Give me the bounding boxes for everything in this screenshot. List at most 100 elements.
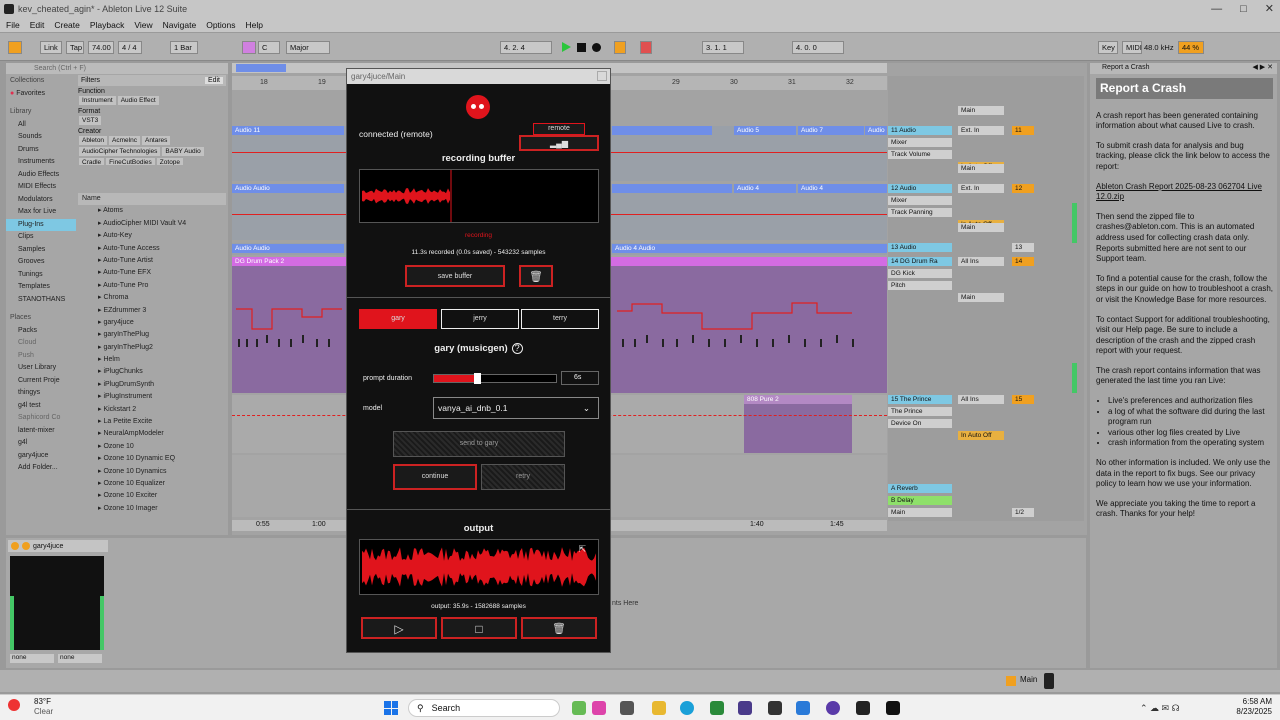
device-fold-icon[interactable] [22, 542, 30, 550]
chain-select-1[interactable]: none [10, 654, 54, 663]
track-number[interactable]: 12 [1012, 184, 1034, 193]
places-item-push[interactable]: Push [6, 350, 76, 363]
tag-creator[interactable]: Acmelnc [109, 136, 140, 145]
clip-audio-4[interactable]: Audio 4 [734, 184, 796, 193]
midi-map-button[interactable]: MIDI [1122, 41, 1142, 54]
tag-instrument[interactable]: Instrument [79, 96, 116, 105]
play-output-icon[interactable]: ▷ [361, 617, 437, 639]
output-main-select[interactable]: Main [958, 164, 1004, 173]
sidebar-item-stanothans[interactable]: STANOTHANS [6, 294, 76, 307]
places-item-latent-mixer[interactable]: latent-mixer [6, 425, 76, 438]
play-icon[interactable] [562, 42, 571, 52]
sidebar-item-all[interactable]: All [6, 119, 76, 132]
tab-jerry[interactable]: jerry [441, 309, 519, 329]
track-name-11[interactable]: 11 Audio [888, 126, 952, 135]
app-icon-app[interactable] [738, 701, 752, 715]
help-icon[interactable]: ? [511, 343, 523, 354]
places-item-thingys[interactable]: thingys [6, 387, 76, 400]
plugin-list-item[interactable]: ▸ EZdrummer 3 [78, 305, 226, 317]
overdub-icon[interactable] [614, 41, 626, 54]
places-item-saphicord-co[interactable]: Saphicord Co [6, 412, 76, 425]
taskbar-search[interactable]: ⚲ Search [408, 699, 560, 717]
signal-strength-button[interactable]: ▂▄▆ [519, 135, 599, 151]
track-number[interactable]: 13 [1012, 243, 1034, 252]
places-item-add-folder-[interactable]: Add Folder... [6, 462, 76, 475]
plugin-list-item[interactable]: ▸ iPlugInstrument [78, 391, 226, 403]
prompt-duration-slider[interactable] [433, 373, 557, 384]
plugin-list-item[interactable]: ▸ garyInThePlug [78, 329, 226, 341]
track-device-select[interactable]: The Prince [888, 407, 952, 416]
maximize-icon[interactable]: □ [1240, 3, 1247, 15]
plugin-list-item[interactable]: ▸ Ozone 10 Exciter [78, 490, 226, 502]
places-item-current-proje[interactable]: Current Proje [6, 375, 76, 388]
track-device-select[interactable]: Mixer [888, 138, 952, 147]
menu-help[interactable]: Help [246, 20, 263, 30]
remote-button[interactable]: remote [533, 123, 585, 135]
sidebar-item-favorites[interactable]: ● Favorites [6, 88, 76, 101]
tag-creator[interactable]: Antares [141, 136, 171, 145]
places-item-g4l[interactable]: g4l [6, 437, 76, 450]
scale-mode-icon[interactable] [242, 41, 256, 54]
track-param-select[interactable]: Track Volume [888, 150, 952, 159]
tag-audio-effect[interactable]: Audio Effect [117, 96, 159, 105]
app-icon-vscode[interactable] [796, 701, 810, 715]
app-icon-ableton[interactable] [886, 701, 900, 715]
edit-button[interactable]: Edit [204, 77, 223, 84]
sidebar-item-samples[interactable]: Samples [6, 244, 76, 257]
send-to-gary-button[interactable]: send to gary [393, 431, 565, 457]
prompt-duration-value[interactable]: 6s [561, 371, 599, 385]
places-item-gary4juce[interactable]: gary4juce [6, 450, 76, 463]
key-select[interactable]: C [258, 41, 280, 54]
plugin-list-item[interactable]: ▸ Auto-Tune Pro [78, 280, 226, 292]
places-item-packs[interactable]: Packs [6, 325, 76, 338]
return-track[interactable]: B Delay [888, 496, 952, 505]
tempo-field[interactable]: 74.00 [88, 41, 114, 54]
app-icon-files[interactable] [572, 701, 586, 715]
sidebar-item-max-for-live[interactable]: Max for Live [6, 206, 76, 219]
sidebar-item-modulators[interactable]: Modulators [6, 194, 76, 207]
menu-playback[interactable]: Playback [90, 20, 125, 30]
plugin-list-item[interactable]: ▸ NeuralAmpModeler [78, 428, 226, 440]
plugin-list-item[interactable]: ▸ iPlugChunks [78, 366, 226, 378]
track-device-select[interactable]: DG Kick [888, 269, 952, 278]
continue-button[interactable]: continue [393, 464, 477, 490]
link-button[interactable]: Link [40, 41, 62, 54]
device-power-icon[interactable] [11, 542, 19, 550]
track-param-select[interactable]: Pitch [888, 281, 952, 290]
tag-creator[interactable]: FineCutBodies [106, 158, 155, 165]
stop-output-icon[interactable]: □ [441, 617, 517, 639]
app-icon-excel[interactable] [710, 701, 724, 715]
tab-gary[interactable]: gary [359, 309, 437, 329]
tray-icons[interactable]: ⌃ ☁ ✉ ☊ [1140, 703, 1180, 714]
track-input-select[interactable]: All Ins [958, 395, 1004, 404]
sidebar-item-instruments[interactable]: Instruments [6, 156, 76, 169]
sidebar-item-templates[interactable]: Templates [6, 281, 76, 294]
quantize-select[interactable]: 1 Bar [170, 41, 198, 54]
app-icon-copilot[interactable] [592, 701, 606, 715]
plugin-list-item[interactable]: ▸ Kickstart 2 [78, 404, 226, 416]
sidebar-item-clips[interactable]: Clips [6, 231, 76, 244]
places-item-user-library[interactable]: User Library [6, 362, 76, 375]
track-device-select[interactable]: Mixer [888, 196, 952, 205]
tag-creator[interactable]: AudioCipher Technologies [79, 147, 161, 156]
places-item-cloud[interactable]: Cloud [6, 337, 76, 350]
app-icon-github[interactable] [856, 701, 870, 715]
minimize-icon[interactable]: — [1211, 3, 1222, 15]
menu-create[interactable]: Create [54, 20, 80, 30]
close-icon[interactable]: ✕ [1265, 2, 1274, 15]
retry-button[interactable]: retry [481, 464, 565, 490]
tap-button[interactable]: Tap [66, 41, 84, 54]
key-map-button[interactable]: Key [1098, 41, 1118, 54]
grid-icon[interactable] [8, 41, 22, 54]
main-track[interactable]: Main [888, 508, 952, 517]
weather-icon[interactable] [8, 699, 20, 711]
sidebar-item-plug-ins[interactable]: Plug-Ins [6, 218, 76, 231]
sidebar-item-sounds[interactable]: Sounds [6, 131, 76, 144]
app-icon-terminal[interactable] [768, 701, 782, 715]
track-name-13[interactable]: 13 Audio [888, 243, 952, 252]
expand-icon[interactable]: ⇱ [578, 544, 586, 555]
tag-creator[interactable]: Cradle [79, 158, 105, 165]
track-input-select[interactable]: Ext. In [958, 126, 1004, 135]
track-param-select[interactable]: Device On [888, 419, 952, 428]
sidebar-item-grooves[interactable]: Grooves [6, 256, 76, 269]
